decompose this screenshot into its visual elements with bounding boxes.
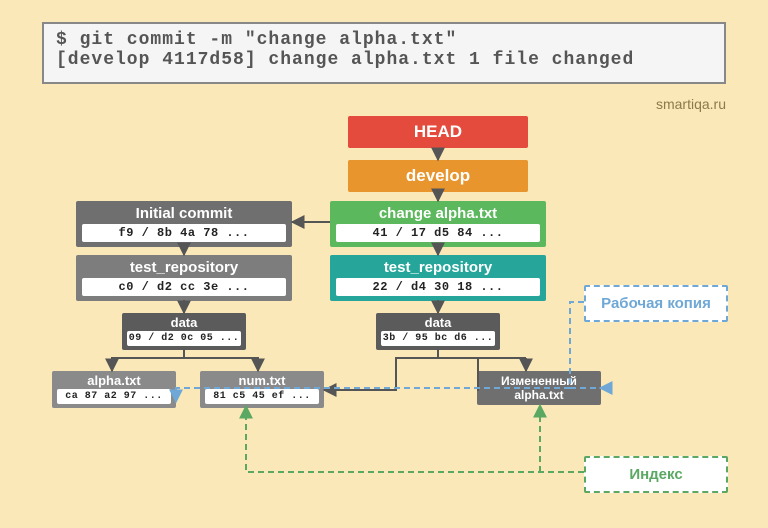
left-tree-hash: c0 / d2 cc 3e ... <box>82 278 286 296</box>
left-num: num.txt 81 c5 45 ef ... <box>200 371 324 408</box>
left-tree-title: test_repository <box>76 255 292 278</box>
watermark: smartiqa.ru <box>656 96 726 112</box>
right-commit-title: change alpha.txt <box>330 201 546 224</box>
right-data: data 3b / 95 bc d6 ... <box>376 313 500 350</box>
ref-develop: develop <box>348 160 528 192</box>
left-data-title: data <box>122 313 246 331</box>
left-data-hash: 09 / d2 0c 05 ... <box>127 331 241 346</box>
right-tree-title: test_repository <box>330 255 546 278</box>
left-tree: test_repository c0 / d2 cc 3e ... <box>76 255 292 301</box>
left-num-title: num.txt <box>200 371 324 389</box>
terminal-line2: [develop 4117d58] change alpha.txt 1 fil… <box>56 50 712 70</box>
right-commit: change alpha.txt 41 / 17 d5 84 ... <box>330 201 546 247</box>
right-alpha-title: Измененный <box>477 371 601 388</box>
left-commit-title: Initial commit <box>76 201 292 224</box>
terminal-line1: $ git commit -m "change alpha.txt" <box>56 30 712 50</box>
terminal-box: $ git commit -m "change alpha.txt" [deve… <box>42 22 726 84</box>
right-commit-hash: 41 / 17 d5 84 ... <box>336 224 540 242</box>
right-alpha: Измененный alpha.txt <box>477 371 601 405</box>
ref-head: HEAD <box>348 116 528 148</box>
left-alpha-title: alpha.txt <box>52 371 176 389</box>
left-num-hash: 81 c5 45 ef ... <box>205 389 319 404</box>
right-alpha-sub: alpha.txt <box>477 388 601 405</box>
legend-index: Индекс <box>584 456 728 493</box>
right-data-title: data <box>376 313 500 331</box>
left-alpha-hash: ca 87 a2 97 ... <box>57 389 171 404</box>
left-alpha: alpha.txt ca 87 a2 97 ... <box>52 371 176 408</box>
right-tree-hash: 22 / d4 30 18 ... <box>336 278 540 296</box>
left-commit: Initial commit f9 / 8b 4a 78 ... <box>76 201 292 247</box>
left-commit-hash: f9 / 8b 4a 78 ... <box>82 224 286 242</box>
left-data: data 09 / d2 0c 05 ... <box>122 313 246 350</box>
legend-working: Рабочая копия <box>584 285 728 322</box>
right-tree: test_repository 22 / d4 30 18 ... <box>330 255 546 301</box>
right-data-hash: 3b / 95 bc d6 ... <box>381 331 495 346</box>
